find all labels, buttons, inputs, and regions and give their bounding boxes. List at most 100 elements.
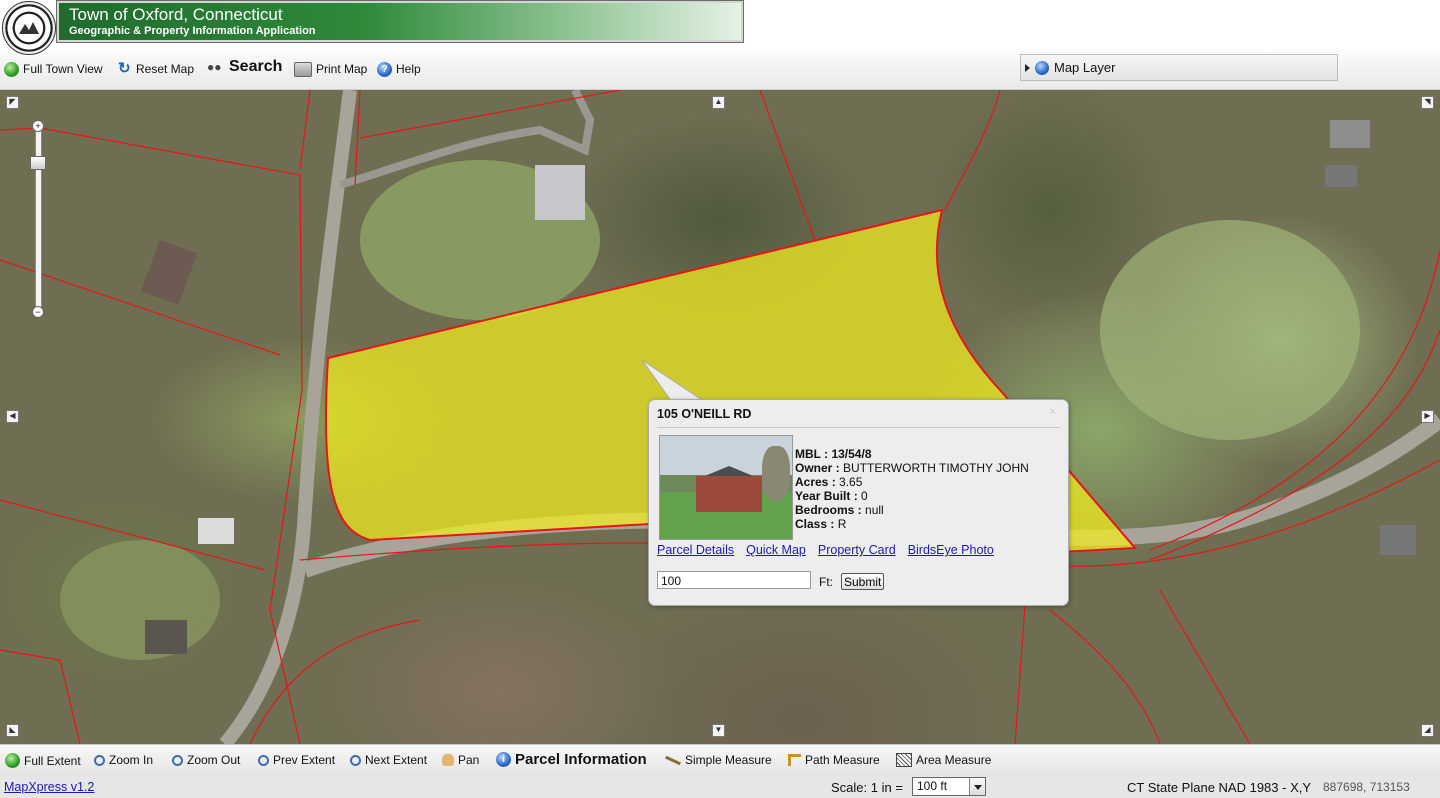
parcel-details-link[interactable]: Parcel Details	[657, 543, 734, 557]
property-photo	[659, 435, 793, 540]
zoom-in-label: Zoom In	[109, 753, 154, 767]
zoom-out-label: Zoom Out	[187, 753, 241, 767]
bedrooms-label: Bedrooms :	[795, 503, 866, 517]
refresh-icon: ↻	[118, 60, 131, 77]
acres-row: Acres : 3.65	[795, 475, 1029, 489]
expand-arrow-icon	[1025, 63, 1030, 72]
full-extent-label: Full Extent	[24, 753, 81, 768]
path-icon	[788, 754, 801, 766]
globe-icon	[4, 61, 19, 77]
pan-button[interactable]: Pan	[442, 753, 479, 767]
zoom-out-minus-icon[interactable]: −	[32, 306, 44, 318]
class-row: Class : R	[795, 517, 1029, 531]
parcel-boundary	[1159, 589, 1251, 744]
pan-northeast-button[interactable]: ◥	[1421, 96, 1434, 109]
parcel-info-popup: 105 O'NEILL RD × MBL : 13/54/8 Owner : B…	[648, 399, 1069, 606]
next-extent-button[interactable]: Next Extent	[350, 753, 427, 767]
birdseye-photo-link[interactable]: BirdsEye Photo	[908, 543, 994, 557]
version-link[interactable]: MapXpress v1.2	[4, 780, 94, 794]
path-measure-button[interactable]: Path Measure	[788, 753, 880, 767]
pan-northwest-button[interactable]: ◤	[6, 96, 19, 109]
full-extent-button[interactable]: Full Extent	[5, 753, 81, 768]
pan-north-button[interactable]: ▲	[712, 96, 725, 109]
parcel-boundary	[359, 90, 621, 139]
projection-label: CT State Plane NAD 1983 - X,Y	[1127, 780, 1312, 795]
ft-label: Ft:	[819, 575, 833, 589]
pan-south-button[interactable]: ▼	[712, 724, 725, 737]
path-measure-label: Path Measure	[805, 753, 880, 767]
globe-icon	[5, 753, 20, 768]
parcel-information-button[interactable]: i Parcel Information	[496, 751, 647, 768]
title-banner: Town of Oxford, Connecticut Geographic &…	[56, 0, 744, 43]
hand-icon	[442, 754, 454, 766]
lawn	[60, 540, 220, 660]
parcel-boundary	[354, 90, 361, 186]
lawn	[1100, 220, 1360, 440]
full-town-view-button[interactable]: Full Town View	[4, 60, 103, 78]
coordinate-readout: 887698, 713153	[1323, 780, 1410, 794]
area-measure-button[interactable]: Area Measure	[896, 753, 991, 767]
search-label: Search	[229, 58, 283, 75]
help-label: Help	[396, 62, 421, 76]
submit-button[interactable]: Submit	[841, 573, 885, 590]
building	[1325, 165, 1357, 187]
pan-southeast-button[interactable]: ◢	[1421, 724, 1434, 737]
map-layer-panel-toggle[interactable]: Map Layer	[1020, 54, 1338, 81]
help-button[interactable]: ? Help	[377, 60, 421, 78]
chevron-down-icon[interactable]	[969, 778, 985, 795]
pan-east-button[interactable]: ▶	[1421, 410, 1434, 423]
building	[145, 620, 187, 654]
app-subtitle: Geographic & Property Information Applic…	[69, 25, 316, 37]
mbl-label: MBL :	[795, 447, 832, 461]
scale-select[interactable]: 100 ft	[912, 777, 986, 796]
building	[198, 518, 234, 544]
building	[1330, 120, 1370, 148]
acres-label: Acres :	[795, 475, 840, 489]
search-button[interactable]: ●● Search	[207, 58, 282, 76]
printer-icon	[294, 61, 312, 77]
close-icon[interactable]: ×	[1050, 406, 1056, 418]
parcel-boundary	[1049, 609, 1161, 744]
zoom-out-icon	[172, 754, 183, 766]
parcel-boundary	[1014, 604, 1026, 744]
pan-southwest-button[interactable]: ◣	[6, 724, 19, 737]
parcel-attributes: MBL : 13/54/8 Owner : BUTTERWORTH TIMOTH…	[795, 447, 1029, 531]
property-card-link[interactable]: Property Card	[818, 543, 896, 557]
area-icon	[896, 753, 912, 767]
year-built-label: Year Built :	[795, 489, 862, 503]
mbl-row: MBL : 13/54/8	[795, 447, 1029, 461]
owner-value: BUTTERWORTH TIMOTHY JOHN	[843, 461, 1029, 475]
print-map-button[interactable]: Print Map	[294, 60, 367, 78]
parcel-boundary	[759, 90, 816, 241]
town-seal-logo	[2, 1, 56, 55]
prev-extent-button[interactable]: Prev Extent	[258, 753, 335, 767]
help-icon: ?	[377, 61, 392, 77]
reset-map-button[interactable]: ↻ Reset Map	[118, 60, 194, 78]
ruler-icon	[665, 755, 681, 765]
bedrooms-value: null	[865, 503, 884, 517]
prev-extent-label: Prev Extent	[273, 753, 336, 767]
photo-house	[696, 476, 762, 512]
zoom-in-plus-icon[interactable]: +	[32, 120, 44, 132]
pan-label: Pan	[458, 753, 480, 767]
layers-icon	[1035, 60, 1049, 75]
zoom-in-icon	[94, 754, 105, 766]
pan-west-button[interactable]: ◀	[6, 410, 19, 423]
area-measure-label: Area Measure	[916, 753, 992, 767]
owner-label: Owner :	[795, 461, 844, 475]
zoom-slider-handle[interactable]	[30, 156, 46, 170]
parcel-information-label: Parcel Information	[515, 751, 647, 768]
simple-measure-label: Simple Measure	[685, 753, 772, 767]
info-icon: i	[496, 752, 511, 767]
mbl-value: 13/54/8	[831, 447, 872, 461]
binoculars-icon: ●●	[207, 60, 222, 74]
year-built-row: Year Built : 0	[795, 489, 1029, 503]
quick-map-link[interactable]: Quick Map	[746, 543, 806, 557]
scale-value: 100 ft	[917, 779, 948, 793]
zoom-out-button[interactable]: Zoom Out	[172, 753, 240, 767]
zoom-in-button[interactable]: Zoom In	[94, 753, 153, 767]
zoom-slider[interactable]: + −	[30, 120, 46, 318]
buffer-distance-input[interactable]: 100	[657, 571, 811, 589]
building	[1380, 525, 1416, 555]
simple-measure-button[interactable]: Simple Measure	[665, 753, 772, 767]
